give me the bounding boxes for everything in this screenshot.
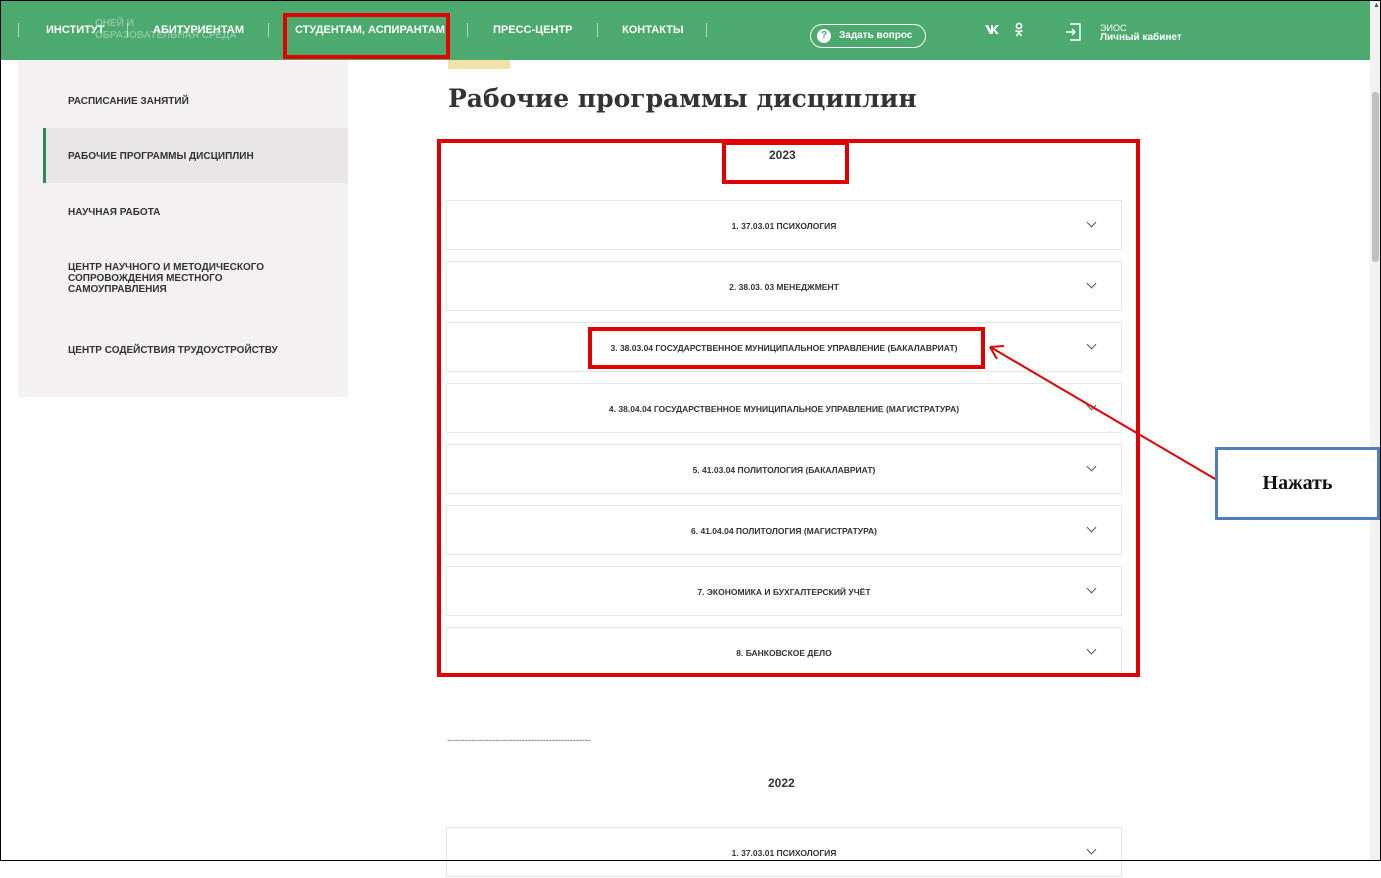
sidebar-item-research-center[interactable]: ЦЕНТР НАУЧНОГО И МЕТОДИЧЕСКОГО СОПРОВОЖД… xyxy=(68,262,308,295)
separator-line: ----------------------------------------… xyxy=(447,735,591,745)
sidebar-active-indicator xyxy=(43,128,46,183)
callout-text: Нажать xyxy=(1218,450,1377,517)
accordion-item[interactable]: 1. 37.03.01 ПСИХОЛОГИЯ xyxy=(446,827,1122,877)
login-icon[interactable] xyxy=(1065,23,1081,41)
top-navigation: ОНЕЙ И ОБРАЗОВАТЕЛЬНАЯ СРЕДА ИНСТИТУТ АБИ… xyxy=(0,0,1370,60)
highlight-year-2023 xyxy=(722,141,849,184)
sidebar-item-research[interactable]: НАУЧНАЯ РАБОТА xyxy=(68,207,160,218)
nav-item-contacts[interactable]: КОНТАКТЫ xyxy=(622,0,684,60)
nav-separator xyxy=(467,23,468,37)
sidebar-item-employment-center[interactable]: ЦЕНТР СОДЕЙСТВИЯ ТРУДОУСТРОЙСТВУ xyxy=(68,345,278,356)
ask-question-label: Задать вопрос xyxy=(839,30,913,41)
highlight-program-item xyxy=(588,327,985,369)
scrollbar-thumb[interactable] xyxy=(1372,92,1379,262)
page-scrollbar[interactable]: ▲ xyxy=(1370,0,1381,861)
odnoklassniki-icon[interactable] xyxy=(1014,22,1024,41)
accordion-label: 1. 37.03.01 ПСИХОЛОГИЯ xyxy=(731,848,837,858)
sidebar-item-work-programs[interactable]: РАБОЧИЕ ПРОГРАММЫ ДИСЦИПЛИН xyxy=(68,151,254,162)
page-title: Рабочие программы дисциплин xyxy=(448,84,917,113)
highlight-programs-list xyxy=(437,139,1140,677)
ask-question-button[interactable]: ? Задать вопрос xyxy=(810,24,926,48)
nav-separator xyxy=(18,23,19,37)
nav-item-institute[interactable]: ИНСТИТУТ xyxy=(46,0,104,60)
nav-separator xyxy=(597,23,598,37)
nav-item-press-center[interactable]: ПРЕСС-ЦЕНТР xyxy=(493,0,573,60)
eios-personal-account[interactable]: ЭИОС Личный кабинет xyxy=(1100,23,1182,43)
year-heading-2022: 2022 xyxy=(768,776,795,790)
scroll-up-icon[interactable]: ▲ xyxy=(1373,2,1380,9)
nav-item-applicants[interactable]: АБИТУРИЕНТАМ xyxy=(153,0,244,60)
vk-icon[interactable] xyxy=(985,24,1001,38)
sidebar: РАСПИСАНИЕ ЗАНЯТИЙ РАБОЧИЕ ПРОГРАММЫ ДИС… xyxy=(18,60,348,397)
nav-separator xyxy=(268,23,269,37)
sidebar-item-schedule[interactable]: РАСПИСАНИЕ ЗАНЯТИЙ xyxy=(68,96,189,107)
callout-box: Нажать xyxy=(1215,447,1380,520)
nav-separator xyxy=(706,23,707,37)
question-icon: ? xyxy=(817,29,831,43)
highlight-students-nav xyxy=(283,13,450,59)
decorative-tab xyxy=(448,60,510,69)
nav-separator xyxy=(127,23,128,37)
